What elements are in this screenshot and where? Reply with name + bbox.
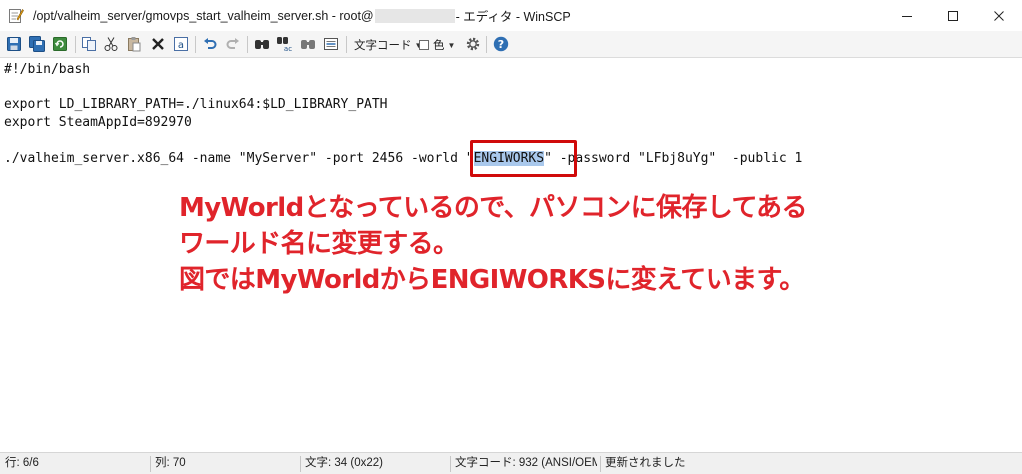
status-character: 文字: 34 (0x22)	[305, 457, 383, 469]
delete-button[interactable]	[149, 35, 167, 53]
toolbar-separator	[486, 36, 487, 53]
gear-icon	[466, 37, 480, 51]
encoding-dropdown-label: 文字コード	[354, 40, 412, 52]
save-button[interactable]	[5, 35, 23, 53]
toolbar-separator	[346, 36, 347, 53]
color-swatch-icon	[419, 40, 429, 50]
close-icon	[994, 10, 1004, 21]
status-column: 列: 70	[155, 457, 186, 469]
editor-line[interactable]: export SteamAppId=892970	[4, 114, 192, 131]
save-all-icon	[29, 36, 45, 52]
editor-toolbar: a ac 文字コード ▼ 色 ▼ ?	[0, 31, 1022, 58]
status-separator	[150, 456, 151, 472]
code-segment: " -password "LFbj8uYg" -public 1	[544, 151, 803, 166]
window-title-suffix: - エディタ - WinSCP	[455, 10, 571, 24]
status-line: 行: 6/6	[5, 457, 39, 469]
window-title: /opt/valheim_server/gmovps_start_valheim…	[33, 7, 571, 24]
select-all-button[interactable]: a	[172, 35, 190, 53]
status-separator	[600, 456, 601, 472]
toolbar-separator	[75, 36, 76, 53]
svg-text:ac: ac	[284, 45, 292, 52]
select-all-icon: a	[174, 37, 188, 51]
svg-text:a: a	[178, 40, 184, 51]
chevron-down-icon: ▼	[447, 40, 456, 50]
maximize-button[interactable]	[930, 0, 976, 31]
code-segment: ./valheim_server.x86_64 -name "MyServer"…	[4, 151, 474, 166]
cut-button[interactable]	[102, 35, 120, 53]
annotation-line-3: 図ではMyWorldからENGIWORKSに変えています。	[179, 265, 805, 295]
undo-icon	[204, 38, 217, 49]
reload-icon	[53, 37, 67, 51]
status-separator	[300, 456, 301, 472]
reload-button[interactable]	[51, 35, 69, 53]
undo-button[interactable]	[201, 35, 219, 53]
annotation-line-1: MyWorldとなっているので、パソコンに保存してある	[179, 193, 808, 223]
encoding-dropdown[interactable]: 文字コード ▼	[354, 37, 422, 53]
text-editor[interactable]: #!/bin/bash export LD_LIBRARY_PATH=./lin…	[0, 58, 1022, 452]
redo-button[interactable]	[224, 35, 242, 53]
color-dropdown-label: 色	[433, 40, 445, 52]
hostname-mask	[374, 8, 455, 23]
find-next-button[interactable]	[299, 35, 317, 53]
save-icon	[7, 37, 21, 51]
annotation-line-2: ワールド名に変更する。	[179, 229, 459, 259]
editor-line[interactable]: #!/bin/bash	[4, 61, 90, 78]
close-button[interactable]	[976, 0, 1022, 31]
toolbar-separator	[195, 36, 196, 53]
svg-text:?: ?	[498, 38, 504, 51]
find-next-icon	[301, 40, 315, 49]
goto-line-icon	[324, 38, 338, 50]
editor-app-icon[interactable]	[8, 7, 24, 24]
color-dropdown[interactable]: 色 ▼	[419, 37, 455, 53]
replace-button[interactable]: ac	[276, 35, 294, 53]
highlight-box	[470, 140, 577, 177]
paste-icon	[128, 37, 141, 52]
find-icon	[255, 40, 269, 49]
editor-line[interactable]: export LD_LIBRARY_PATH=./linux64:$LD_LIB…	[4, 96, 388, 113]
status-bar: 行: 6/6 列: 70 文字: 34 (0x22) 文字コード: 932 (A…	[0, 452, 1022, 474]
save-all-button[interactable]	[28, 35, 46, 53]
status-separator	[450, 456, 451, 472]
status-encoding: 文字コード: 932 (ANSI/OEM	[455, 457, 597, 469]
editor-line-current[interactable]: ./valheim_server.x86_64 -name "MyServer"…	[4, 150, 802, 167]
minimize-button[interactable]	[884, 0, 930, 31]
copy-icon	[82, 37, 96, 51]
find-button[interactable]	[253, 35, 271, 53]
window-title-path: /opt/valheim_server/gmovps_start_valheim…	[33, 8, 374, 23]
cut-icon	[104, 37, 118, 51]
status-modified: 更新されました	[605, 457, 686, 469]
help-button[interactable]: ?	[492, 35, 510, 53]
goto-line-button[interactable]	[322, 35, 340, 53]
title-bar: /opt/valheim_server/gmovps_start_valheim…	[0, 0, 1022, 31]
paste-button[interactable]	[125, 35, 143, 53]
maximize-icon	[948, 10, 958, 21]
delete-icon	[152, 38, 164, 50]
help-icon: ?	[493, 36, 509, 52]
redo-icon	[226, 38, 239, 49]
copy-button[interactable]	[80, 35, 98, 53]
toolbar-separator	[247, 36, 248, 53]
minimize-icon	[902, 15, 912, 17]
replace-icon: ac	[277, 37, 292, 52]
settings-button[interactable]	[464, 35, 482, 53]
